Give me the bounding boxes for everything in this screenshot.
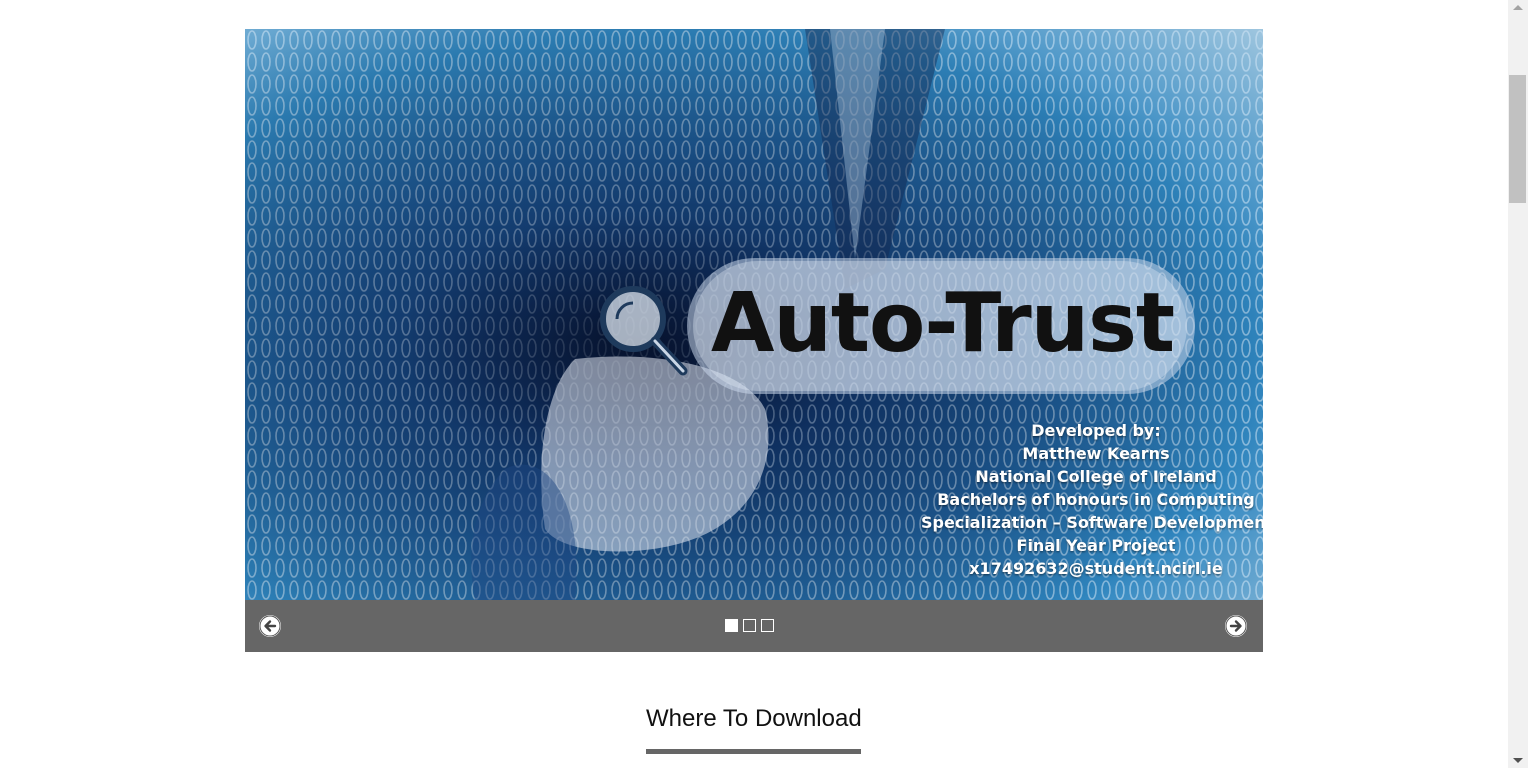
logo-text: Auto-Trust [711,276,1175,371]
slide-image: Auto-Trust Developed by: Matthew Kearns … [245,29,1263,600]
credits-line: Final Year Project [1016,536,1176,555]
slide-indicators [725,619,774,635]
scrollbar-thumb[interactable] [1509,75,1526,203]
arrow-left-circle-icon [259,615,281,637]
page-viewport: Auto-Trust Developed by: Matthew Kearns … [0,0,1508,768]
credits-line: National College of Ireland [975,467,1217,486]
slideshow-controls [245,600,1263,652]
heading-underline [646,749,861,754]
slide-indicator-3[interactable] [761,619,774,632]
scroll-down-arrow-icon[interactable] [1513,758,1523,763]
credits-line: Specialization – Software Development [921,513,1263,532]
scroll-up-arrow-icon[interactable] [1513,5,1523,10]
slide-indicator-1[interactable] [725,619,738,632]
credits-line: Matthew Kearns [1022,444,1170,463]
credits-line: Bachelors of honours in Computing [937,490,1255,509]
next-slide-button[interactable] [1225,615,1247,637]
section-heading: Where To Download [646,705,862,732]
credits-line: Developed by: [1031,421,1161,440]
magnifier-icon [600,286,688,376]
credits-line: x17492632@student.ncirl.ie [969,559,1223,578]
slide-credits: Developed by: Matthew Kearns National Co… [921,419,1263,580]
slide-indicator-2[interactable] [743,619,756,632]
previous-slide-button[interactable] [259,615,281,637]
vertical-scrollbar[interactable] [1508,0,1528,768]
image-slideshow: Auto-Trust Developed by: Matthew Kearns … [245,29,1263,652]
arrow-right-circle-icon [1225,615,1247,637]
